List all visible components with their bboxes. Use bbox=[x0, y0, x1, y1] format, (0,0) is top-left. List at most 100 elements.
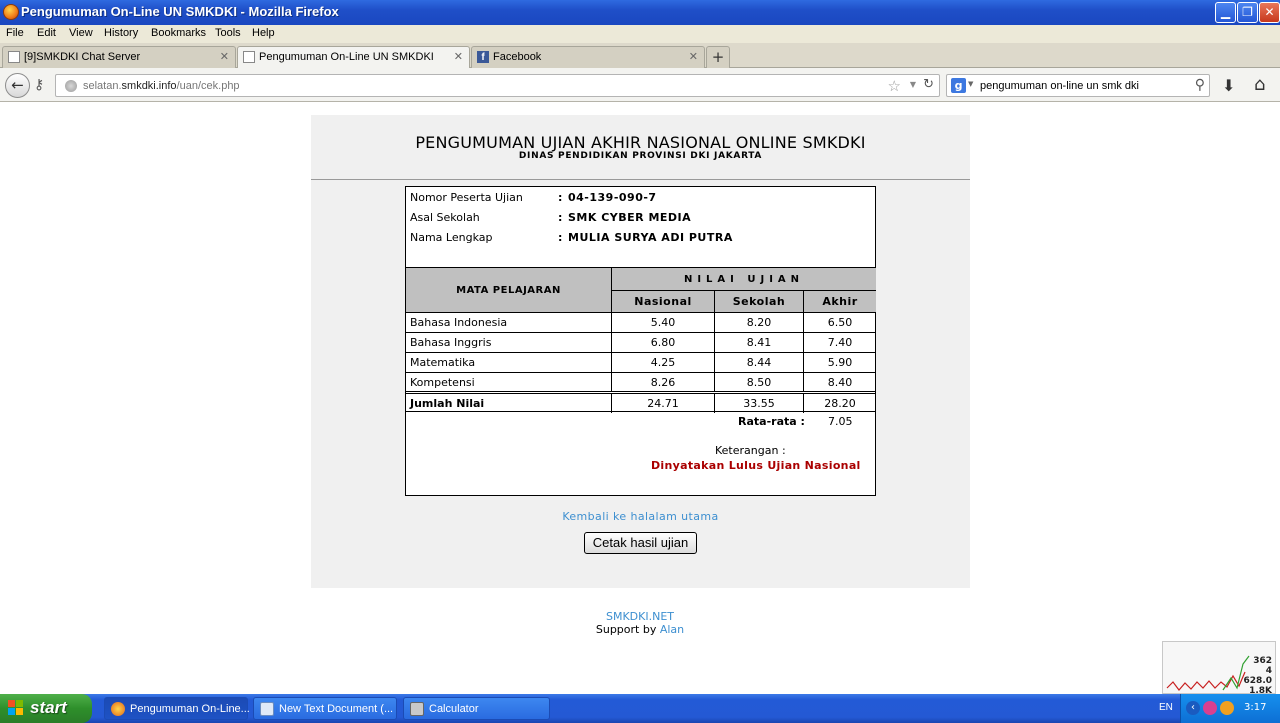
search-bar[interactable]: g ▼ pengumuman on-line un smk dki ⚲ bbox=[946, 74, 1210, 97]
akhir-cell: 6.50 bbox=[827, 316, 853, 329]
network-meter-gadget: 362 4 628.0 1.8K bbox=[1162, 641, 1276, 696]
footer-author-link[interactable]: Alan bbox=[660, 623, 684, 636]
facebook-icon: f bbox=[477, 51, 489, 63]
download-icon[interactable]: ⬇ bbox=[1222, 76, 1235, 95]
gadget-value: 4 bbox=[1265, 666, 1272, 676]
close-tab-icon[interactable]: ✕ bbox=[689, 50, 698, 63]
info-colon: : bbox=[558, 231, 563, 244]
task-label: Calculator bbox=[429, 703, 479, 715]
back-button[interactable]: ← bbox=[5, 73, 30, 98]
minimize-button[interactable]: ▁ bbox=[1215, 2, 1236, 23]
tray-arrow-icon[interactable]: ‹ bbox=[1186, 701, 1200, 715]
task-calculator[interactable]: Calculator bbox=[403, 697, 550, 720]
tab-bar: [9]SMKDKI Chat Server ✕ Pengumuman On-Li… bbox=[0, 43, 1280, 69]
info-colon: : bbox=[558, 211, 563, 224]
bookmark-star-icon[interactable]: ☆ bbox=[888, 77, 901, 95]
page-subtitle: DINAS PENDIDIKAN PROVINSI DKI JAKARTA bbox=[518, 151, 763, 161]
reload-icon[interactable]: ↻ bbox=[923, 77, 934, 92]
tray-app-icon[interactable] bbox=[1220, 701, 1234, 715]
sekolah-cell: 8.50 bbox=[715, 373, 804, 392]
menu-tools[interactable]: Tools bbox=[215, 27, 241, 39]
start-button[interactable]: start bbox=[0, 694, 92, 723]
info-colon: : bbox=[558, 191, 563, 204]
subject-cell: Bahasa Indonesia bbox=[406, 313, 612, 332]
info-label-nama: Nama Lengkap bbox=[410, 231, 493, 244]
table-row: Matematika 4.25 8.44 5.90 bbox=[406, 352, 876, 372]
start-label: start bbox=[30, 698, 67, 717]
url-dropdown-icon[interactable]: ▼ bbox=[910, 80, 916, 89]
url-text[interactable]: selatan.smkdki.info/uan/cek.php bbox=[83, 80, 240, 92]
subject-cell: Matematika bbox=[406, 353, 612, 372]
info-value-nomor: 04-139-090-7 bbox=[568, 191, 657, 204]
info-label-sekolah: Asal Sekolah bbox=[410, 211, 480, 224]
navigation-bar: ← ⚷ selatan.smkdki.info/uan/cek.php ☆ ▼ … bbox=[0, 68, 1280, 102]
task-notepad[interactable]: New Text Document (... bbox=[253, 697, 397, 720]
calculator-icon bbox=[410, 702, 424, 716]
tab-facebook[interactable]: f Facebook ✕ bbox=[471, 46, 705, 68]
nasional-cell: 4.25 bbox=[612, 353, 715, 372]
search-input[interactable]: pengumuman on-line un smk dki bbox=[980, 80, 1139, 92]
print-result-button[interactable]: Cetak hasil ujian bbox=[584, 532, 697, 554]
info-label-nomor: Nomor Peserta Ujian bbox=[410, 191, 523, 204]
tab-label: Pengumuman On-Line UN SMKDKI bbox=[259, 51, 434, 63]
average-label: Rata-rata : bbox=[738, 415, 805, 428]
task-firefox[interactable]: Pengumuman On-Line... bbox=[104, 697, 250, 720]
page-content: PENGUMUMAN UJIAN AKHIR NASIONAL ONLINE S… bbox=[0, 103, 1280, 696]
identity-key-icon[interactable]: ⚷ bbox=[34, 77, 44, 93]
search-engine-dropdown-icon[interactable]: ▼ bbox=[968, 80, 973, 88]
tray-app-icon[interactable] bbox=[1203, 701, 1217, 715]
task-label: Pengumuman On-Line... bbox=[130, 703, 250, 715]
taskbar: start Pengumuman On-Line... New Text Doc… bbox=[0, 694, 1280, 723]
pass-status: Dinyatakan Lulus Ujian Nasional bbox=[651, 459, 861, 472]
system-tray: ‹ 3:17 bbox=[1180, 694, 1280, 723]
new-tab-button[interactable]: + bbox=[706, 46, 730, 68]
tab-label: [9]SMKDKI Chat Server bbox=[24, 51, 141, 63]
result-panel: PENGUMUMAN UJIAN AKHIR NASIONAL ONLINE S… bbox=[311, 115, 970, 588]
maximize-button[interactable]: ❐ bbox=[1237, 2, 1258, 23]
firefox-logo-icon bbox=[3, 4, 19, 20]
menu-help[interactable]: Help bbox=[252, 27, 275, 39]
total-label: Jumlah Nilai bbox=[406, 394, 612, 413]
nasional-header: Nasional bbox=[612, 291, 715, 312]
menu-file[interactable]: File bbox=[6, 27, 24, 39]
url-bar[interactable]: selatan.smkdki.info/uan/cek.php ☆ ▼ ↻ bbox=[55, 74, 940, 97]
akhir-cell: 8.40 bbox=[827, 376, 853, 389]
close-tab-icon[interactable]: ✕ bbox=[454, 50, 463, 63]
menu-view[interactable]: View bbox=[69, 27, 93, 39]
home-icon[interactable]: ⌂ bbox=[1254, 74, 1265, 95]
nasional-cell: 8.26 bbox=[612, 373, 715, 392]
menu-history[interactable]: History bbox=[104, 27, 138, 39]
nasional-cell: 5.40 bbox=[612, 313, 715, 332]
menu-bookmarks[interactable]: Bookmarks bbox=[151, 27, 206, 39]
task-label: New Text Document (... bbox=[279, 703, 394, 715]
sekolah-cell: 8.44 bbox=[715, 353, 804, 372]
info-value-sekolah: SMK CYBER MEDIA bbox=[568, 211, 692, 224]
nasional-cell: 6.80 bbox=[612, 333, 715, 352]
menu-bar: File Edit View History Bookmarks Tools H… bbox=[0, 25, 1280, 43]
tab-chat-server[interactable]: [9]SMKDKI Chat Server ✕ bbox=[2, 46, 236, 68]
page-title: PENGUMUMAN UJIAN AKHIR NASIONAL ONLINE S… bbox=[415, 133, 866, 152]
close-tab-icon[interactable]: ✕ bbox=[220, 50, 229, 63]
gadget-value: 362 bbox=[1253, 656, 1272, 666]
tab-pengumuman[interactable]: Pengumuman On-Line UN SMKDKI ✕ bbox=[237, 46, 470, 69]
search-icon[interactable]: ⚲ bbox=[1195, 77, 1205, 93]
language-indicator[interactable]: EN bbox=[1159, 702, 1173, 713]
subject-cell: Kompetensi bbox=[406, 373, 612, 392]
total-akhir: 28.20 bbox=[824, 397, 856, 410]
footer-site-link[interactable]: SMKDKI.NET bbox=[0, 610, 1280, 623]
note-label: Keterangan : bbox=[715, 444, 786, 457]
akhir-cell: 7.40 bbox=[827, 336, 853, 349]
firefox-icon bbox=[111, 702, 125, 716]
menu-edit[interactable]: Edit bbox=[37, 27, 56, 39]
akhir-header: Akhir bbox=[804, 291, 876, 312]
subject-header: MATA PELAJARAN bbox=[406, 267, 612, 312]
sekolah-header: Sekolah bbox=[715, 291, 804, 312]
back-home-link[interactable]: Kembali ke halalam utama bbox=[311, 510, 970, 523]
google-icon[interactable]: g bbox=[951, 78, 966, 93]
clock[interactable]: 3:17 bbox=[1244, 702, 1266, 713]
tab-label: Facebook bbox=[493, 51, 542, 63]
close-window-button[interactable]: ✕ bbox=[1259, 2, 1280, 23]
gadget-value: 628.0 bbox=[1243, 676, 1272, 686]
total-nasional: 24.71 bbox=[612, 394, 715, 413]
info-value-nama: MULIA SURYA ADI PUTRA bbox=[568, 231, 733, 244]
